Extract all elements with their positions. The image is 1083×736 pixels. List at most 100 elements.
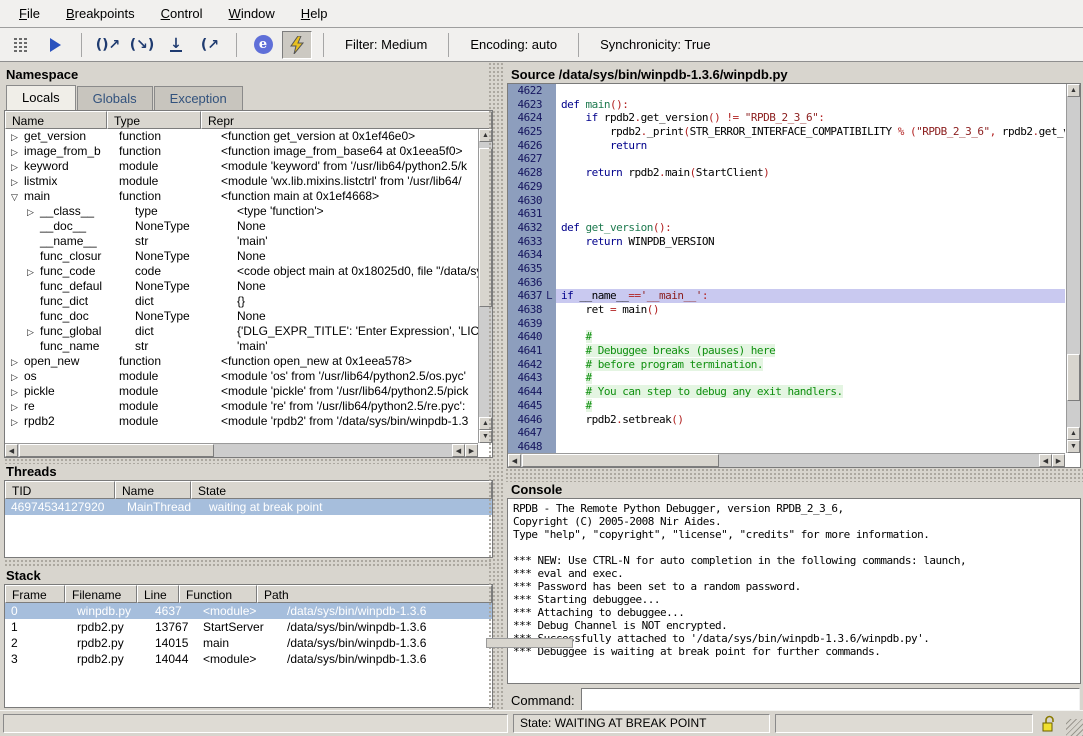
stack-row[interactable]: 1rpdb2.py13767StartServer/data/sys/bin/w… xyxy=(5,619,492,635)
column-header-repr[interactable]: Repr xyxy=(201,111,492,129)
expand-icon[interactable]: ▷ xyxy=(11,160,24,174)
source-line[interactable]: 4628 return rpdb2.main(StartClient) xyxy=(508,166,1065,180)
source-line[interactable]: 4641 # Debuggee breaks (pauses) here xyxy=(508,344,1065,358)
menu-item-breakpoints[interactable]: Breakpoints xyxy=(53,1,148,26)
expand-icon[interactable]: ▷ xyxy=(11,145,24,159)
expand-icon[interactable]: ▷ xyxy=(11,355,24,369)
namespace-row[interactable]: ▷ xyxy=(5,429,492,431)
scroll-right-icon[interactable]: ▶ xyxy=(465,444,478,457)
source-line[interactable]: 4624 if rpdb2.get_version() != "RPDB_2_3… xyxy=(508,111,1065,125)
console-output[interactable]: RPDB - The Remote Python Debugger, versi… xyxy=(507,498,1081,684)
scroll-left-icon[interactable]: ◀ xyxy=(508,454,521,467)
column-header-filename[interactable]: Filename xyxy=(65,585,137,603)
column-header-path[interactable]: Path xyxy=(257,585,492,603)
namespace-row[interactable]: __name__str'main' xyxy=(5,234,492,249)
source-vscrollbar[interactable]: ▲ ▲ ▼ xyxy=(1066,84,1080,453)
tab-exception[interactable]: Exception xyxy=(154,86,243,110)
namespace-row[interactable]: ▷rpdb2module<module 'rpdb2' from '/data/… xyxy=(5,414,492,429)
source-line[interactable]: 4632def get_version(): xyxy=(508,221,1065,235)
expand-icon[interactable]: ▷ xyxy=(11,175,24,189)
thread-row[interactable]: 46974534127920MainThreadwaiting at break… xyxy=(5,499,492,515)
namespace-row[interactable]: ▷__class__type<type 'function'> xyxy=(5,204,492,219)
namespace-row[interactable]: func_namestr'main' xyxy=(5,339,492,354)
expand-icon[interactable]: ▷ xyxy=(11,400,24,414)
source-line[interactable]: 4626 return xyxy=(508,139,1065,153)
scroll-left-icon[interactable]: ◀ xyxy=(1039,454,1052,467)
menu-item-help[interactable]: Help xyxy=(288,1,341,26)
next-button[interactable]: ()↗ xyxy=(93,31,123,59)
scroll-left-icon[interactable]: ◀ xyxy=(452,444,465,457)
namespace-row[interactable]: func_dictdict{} xyxy=(5,294,492,309)
scroll-track[interactable] xyxy=(18,444,452,457)
source-line[interactable]: 4634 xyxy=(508,248,1065,262)
scroll-thumb[interactable] xyxy=(522,454,719,467)
column-header-name[interactable]: Name xyxy=(5,111,107,129)
scroll-up-icon[interactable]: ▲ xyxy=(1067,84,1080,97)
menu-item-control[interactable]: Control xyxy=(148,1,216,26)
namespace-row[interactable]: ▷remodule<module 're' from '/usr/lib64/p… xyxy=(5,399,492,414)
command-input[interactable] xyxy=(581,688,1080,712)
source-line[interactable]: 4625 rpdb2._print(STR_ERROR_INTERFACE_CO… xyxy=(508,125,1065,139)
source-line[interactable]: 4647 xyxy=(508,426,1065,440)
stack-row[interactable]: 0winpdb.py4637<module>/data/sys/bin/winp… xyxy=(5,603,492,619)
goto-button[interactable]: (↗ xyxy=(195,31,225,59)
column-header-name[interactable]: Name xyxy=(115,481,191,499)
expand-icon[interactable]: ▷ xyxy=(27,205,40,219)
go-button[interactable] xyxy=(40,31,70,59)
horizontal-splitter[interactable] xyxy=(505,468,1083,482)
scroll-thumb[interactable] xyxy=(19,444,214,457)
source-line[interactable]: 4623def main(): xyxy=(508,98,1065,112)
expand-icon[interactable]: ▷ xyxy=(11,370,24,384)
source-line[interactable]: 4622 xyxy=(508,84,1065,98)
stack-row[interactable]: 2rpdb2.py14015main/data/sys/bin/winpdb-1… xyxy=(5,635,492,651)
column-header-type[interactable]: Type xyxy=(107,111,201,129)
namespace-row[interactable]: ▷open_newfunction<function open_new at 0… xyxy=(5,354,492,369)
source-line[interactable]: 4644 # You can step to debug any exit ha… xyxy=(508,385,1065,399)
source-line[interactable]: 4640 # xyxy=(508,330,1065,344)
scroll-track[interactable] xyxy=(521,454,1039,467)
collapse-icon[interactable]: ▽ xyxy=(11,190,24,204)
source-line[interactable]: 4631 xyxy=(508,207,1065,221)
source-line[interactable]: 4635 xyxy=(508,262,1065,276)
namespace-row[interactable]: func_docNoneTypeNone xyxy=(5,309,492,324)
namespace-row[interactable]: func_closurNoneTypeNone xyxy=(5,249,492,264)
namespace-row[interactable]: __doc__NoneTypeNone xyxy=(5,219,492,234)
splitter-handle[interactable] xyxy=(486,638,573,648)
source-line[interactable]: 4646 rpdb2.setbreak() xyxy=(508,413,1065,427)
source-line[interactable]: 4639 xyxy=(508,317,1065,331)
source-line[interactable]: 4643 # xyxy=(508,371,1065,385)
source-line[interactable]: 4642 # before program termination. xyxy=(508,358,1065,372)
namespace-row[interactable]: ▷keywordmodule<module 'keyword' from '/u… xyxy=(5,159,492,174)
source-line[interactable]: 4645 # xyxy=(508,399,1065,413)
namespace-row[interactable]: ▷image_from_bfunction<function image_fro… xyxy=(5,144,492,159)
tab-globals[interactable]: Globals xyxy=(77,86,153,110)
source-line[interactable]: 4630 xyxy=(508,194,1065,208)
scroll-up-icon[interactable]: ▲ xyxy=(1067,427,1080,440)
source-line[interactable]: 4627 xyxy=(508,152,1065,166)
source-line[interactable]: 4648 xyxy=(508,440,1065,453)
synchronicity-toggle-button[interactable] xyxy=(282,31,312,59)
expand-icon[interactable]: ▷ xyxy=(27,325,40,339)
source-line[interactable]: 4636 xyxy=(508,276,1065,290)
scroll-thumb[interactable] xyxy=(1067,354,1080,400)
source-line[interactable]: 4638 ret = main() xyxy=(508,303,1065,317)
namespace-row[interactable]: ▷func_codecode<code object main at 0x180… xyxy=(5,264,492,279)
menu-item-window[interactable]: Window xyxy=(216,1,288,26)
expand-icon[interactable]: ▷ xyxy=(11,385,24,399)
stack-row[interactable]: 3rpdb2.py14044<module>/data/sys/bin/winp… xyxy=(5,651,492,667)
column-header-tid[interactable]: TID xyxy=(5,481,115,499)
namespace-row[interactable]: ▷osmodule<module 'os' from '/usr/lib64/p… xyxy=(5,369,492,384)
break-button[interactable] xyxy=(6,31,36,59)
source-line[interactable]: 4629 xyxy=(508,180,1065,194)
column-header-function[interactable]: Function xyxy=(179,585,257,603)
menu-item-file[interactable]: File xyxy=(6,1,53,26)
expand-icon[interactable]: ▷ xyxy=(27,265,40,279)
vertical-splitter[interactable] xyxy=(488,62,505,710)
scroll-left-icon[interactable]: ◀ xyxy=(5,444,18,457)
namespace-hscrollbar[interactable]: ◀ ◀ ▶ xyxy=(5,443,478,457)
scroll-down-icon[interactable]: ▼ xyxy=(1067,440,1080,453)
column-header-frame[interactable]: Frame xyxy=(5,585,65,603)
tab-locals[interactable]: Locals xyxy=(6,85,76,111)
source-line[interactable]: 4637Lif __name__=='__main__': xyxy=(508,289,1065,303)
resize-grip-icon[interactable] xyxy=(1066,719,1083,736)
